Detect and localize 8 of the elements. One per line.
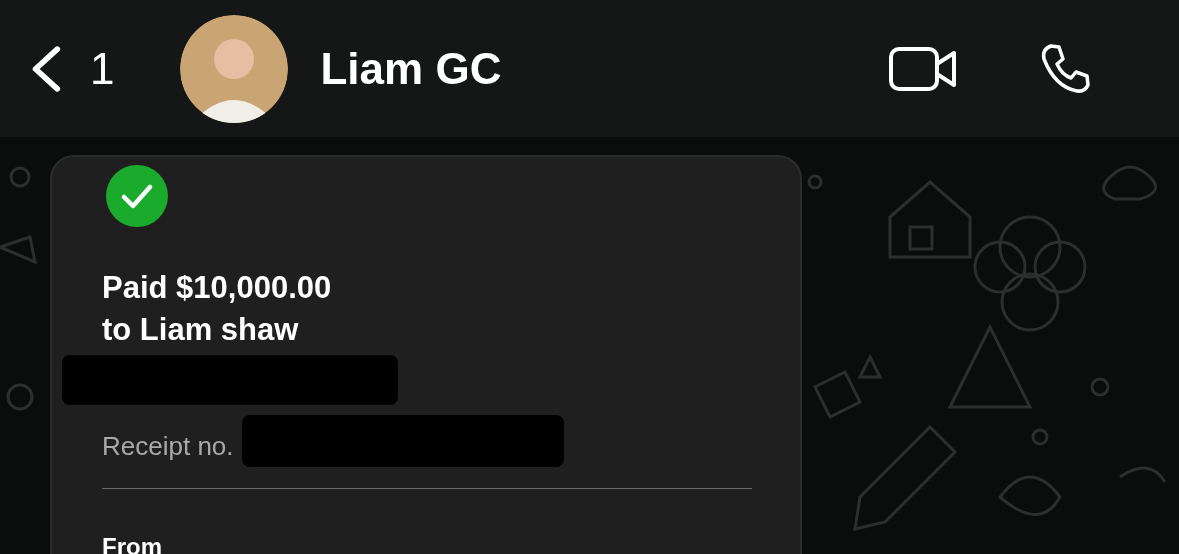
receipt-number-label: Receipt no.	[102, 431, 234, 462]
contact-name[interactable]: Liam GC	[320, 43, 502, 94]
video-call-icon[interactable]	[889, 46, 957, 91]
back-button[interactable]: 1	[28, 43, 115, 94]
phone-icon[interactable]	[1039, 42, 1091, 95]
check-icon	[106, 165, 168, 227]
avatar[interactable]	[180, 14, 289, 123]
payment-title: Paid $10,000.00 to Liam shaw	[102, 269, 333, 349]
